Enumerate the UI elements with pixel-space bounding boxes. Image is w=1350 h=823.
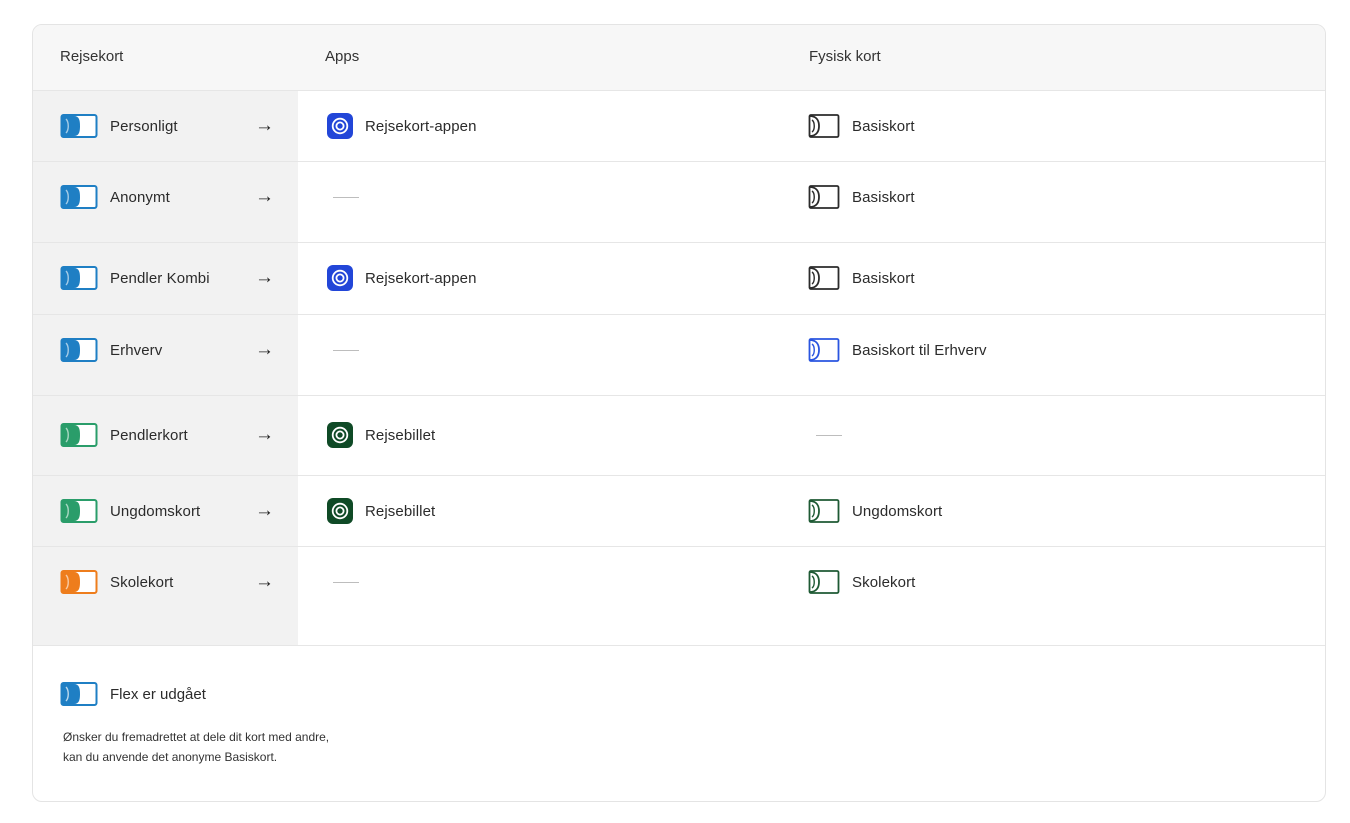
- header-rejsekort: Rejsekort: [60, 48, 124, 65]
- card-icon: [60, 338, 98, 362]
- card-icon: [60, 185, 98, 209]
- divider: [33, 645, 1325, 646]
- physical-card-icon: [808, 338, 840, 362]
- card-icon: [60, 570, 98, 594]
- rejsekort-label: Pendler Kombi: [110, 269, 210, 287]
- rejsekort-label: Erhverv: [110, 341, 163, 359]
- physical-card-label: Ungdomskort: [852, 502, 943, 520]
- arrow-right-icon: →: [255, 424, 274, 445]
- physical-card-label: Basiskort: [852, 188, 915, 206]
- rejsekort-type[interactable]: Ungdomskort: [60, 498, 200, 524]
- physical-card-icon: [808, 499, 840, 523]
- rejsekort-label: Anonymt: [110, 188, 170, 206]
- table-row: Skolekort → Skolekort: [33, 547, 1325, 645]
- arrow-right-icon: →: [255, 500, 274, 521]
- arrow-right-icon: →: [255, 186, 274, 207]
- app-target-icon: [327, 113, 353, 139]
- physical-card-label: Basiskort til Erhverv: [852, 341, 987, 359]
- header-fysisk-kort: Fysisk kort: [809, 48, 881, 65]
- arrow-right-icon: →: [255, 267, 274, 288]
- table-row: Pendler Kombi → Rejsekort-appen Basiskort: [33, 243, 1325, 315]
- no-physical-dash: [816, 435, 842, 436]
- card-icon: [60, 266, 98, 290]
- app-target-icon: [327, 498, 353, 524]
- rejsekort-type[interactable]: Pendlerkort: [60, 422, 188, 448]
- rejsekort-label: Skolekort: [110, 573, 174, 591]
- travel-card-table: Rejsekort Apps Fysisk kort Personligt → Re…: [32, 24, 1326, 802]
- app-label: Rejsebillet: [365, 502, 436, 520]
- app-item[interactable]: Rejsekort-appen: [327, 113, 477, 139]
- physical-card-icon: [808, 570, 840, 594]
- flex-note: Ønsker du fremadrettet at dele dit kort …: [63, 727, 483, 767]
- no-app-dash: [333, 350, 359, 351]
- table-header: Rejsekort Apps Fysisk kort: [33, 25, 1325, 91]
- physical-card-item[interactable]: Basiskort: [808, 113, 915, 139]
- arrow-right-icon: →: [255, 115, 274, 136]
- physical-card-item[interactable]: Skolekort: [808, 569, 915, 595]
- flex-note-line2: kan du anvende det anonyme Basiskort.: [63, 750, 278, 764]
- app-item[interactable]: Rejsebillet: [327, 498, 435, 524]
- flex-note-line1: Ønsker du fremadrettet at dele dit kort …: [63, 730, 330, 744]
- rejsekort-label: Pendlerkort: [110, 426, 188, 444]
- no-app-dash: [333, 582, 359, 583]
- app-item[interactable]: Rejsebillet: [327, 422, 435, 448]
- table-row: Anonymt → Basiskort: [33, 162, 1325, 243]
- physical-card-item[interactable]: Ungdomskort: [808, 498, 942, 524]
- app-target-icon: [327, 422, 353, 448]
- flex-notice: Flex er udgået: [60, 681, 206, 707]
- app-target-icon: [327, 265, 353, 291]
- card-icon: [60, 682, 98, 706]
- table-row: Pendlerkort → Rejsebillet: [33, 396, 1325, 476]
- physical-card-label: Skolekort: [852, 573, 916, 591]
- physical-card-item[interactable]: Basiskort: [808, 265, 915, 291]
- app-item[interactable]: Rejsekort-appen: [327, 265, 477, 291]
- app-label: Rejsekort-appen: [365, 269, 477, 287]
- rejsekort-type[interactable]: Skolekort: [60, 569, 173, 595]
- rejsekort-label: Ungdomskort: [110, 502, 201, 520]
- header-apps: Apps: [325, 48, 360, 65]
- card-icon: [60, 499, 98, 523]
- rejsekort-type[interactable]: Personligt: [60, 113, 178, 139]
- physical-card-icon: [808, 114, 840, 138]
- physical-card-icon: [808, 185, 840, 209]
- arrow-right-icon: →: [255, 339, 274, 360]
- physical-card-item[interactable]: Basiskort til Erhverv: [808, 337, 987, 363]
- rejsekort-type[interactable]: Erhverv: [60, 337, 162, 363]
- physical-card-item[interactable]: Basiskort: [808, 184, 915, 210]
- flex-label: Flex er udgået: [110, 685, 206, 703]
- rejsekort-type[interactable]: Anonymt: [60, 184, 170, 210]
- app-label: Rejsekort-appen: [365, 117, 477, 135]
- rejsekort-type[interactable]: Pendler Kombi: [60, 265, 210, 291]
- card-icon: [60, 114, 98, 138]
- physical-card-icon: [808, 266, 840, 290]
- card-icon: [60, 423, 98, 447]
- table-row: Ungdomskort → Rejsebillet Ungdomskort: [33, 476, 1325, 547]
- table-row: Erhverv → Basiskort til Erhverv: [33, 315, 1325, 396]
- table-row: Personligt → Rejsekort-appen Basiskort: [33, 91, 1325, 162]
- no-app-dash: [333, 197, 359, 198]
- rejsekort-label: Personligt: [110, 117, 178, 135]
- arrow-right-icon: →: [255, 571, 274, 592]
- physical-card-label: Basiskort: [852, 117, 915, 135]
- app-label: Rejsebillet: [365, 426, 436, 444]
- physical-card-label: Basiskort: [852, 269, 915, 287]
